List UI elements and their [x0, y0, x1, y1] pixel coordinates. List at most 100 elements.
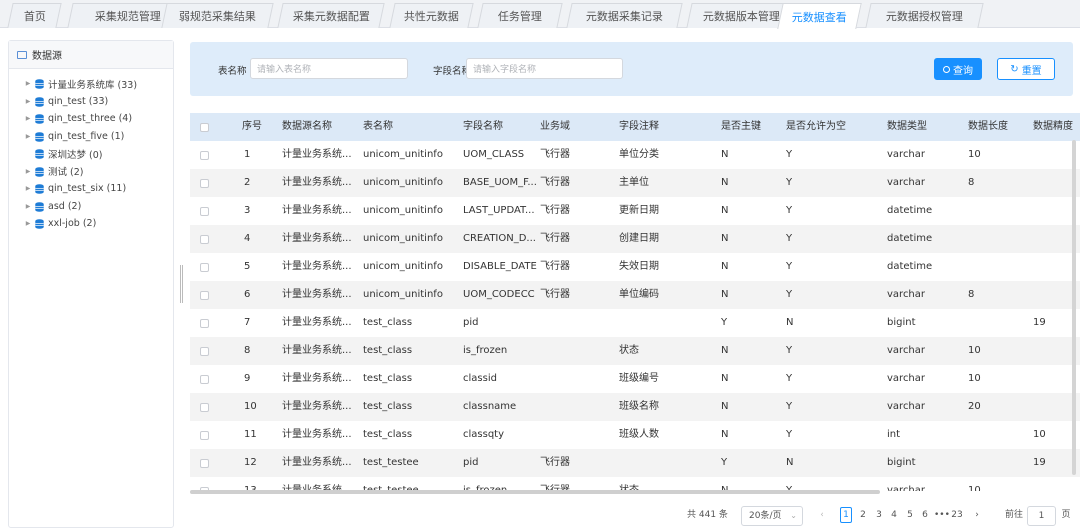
table-cell: 飞行器 [540, 289, 570, 300]
tab-6[interactable]: 元数据采集记录 [566, 3, 683, 28]
tab-label: 弱规范采集结果 [178, 10, 256, 23]
table-vertical-scrollbar[interactable] [1072, 140, 1076, 475]
page-size-select[interactable]: 20条/页 ⌄ [741, 506, 803, 526]
page-number[interactable]: 4 [888, 506, 900, 524]
tab-4[interactable]: 共性元数据 [389, 3, 474, 28]
page-number[interactable]: 5 [904, 506, 916, 524]
table-cell: 11 [244, 429, 257, 440]
row-checkbox[interactable] [200, 235, 209, 244]
page-number[interactable]: 2 [857, 506, 869, 524]
row-checkbox[interactable] [200, 291, 209, 300]
goto-page-input[interactable]: 1 [1027, 506, 1056, 526]
query-button[interactable]: 查询 [934, 58, 982, 80]
table-cell: N [721, 485, 729, 491]
table-row[interactable]: 6 计量业务系统... unicom_unitinfo UOM_CODECC 飞行器 单位… [190, 281, 1080, 309]
tab-label: 元数据版本管理 [702, 10, 780, 23]
expand-arrow-icon[interactable]: ▶ [23, 203, 33, 210]
tree-node[interactable]: ▶ qin_test (33) [9, 93, 173, 111]
page-number[interactable]: 6 [919, 506, 931, 524]
expand-arrow-icon[interactable]: ▶ [23, 133, 33, 140]
tree-node[interactable]: ▶ qin_test_three (4) [9, 110, 173, 128]
table-cell: BASE_UOM_F... [463, 177, 537, 188]
tab-9[interactable]: 元数据授权管理 [865, 3, 984, 28]
tab-5[interactable]: 任务管理 [477, 3, 563, 28]
row-checkbox[interactable] [200, 403, 209, 412]
table-row[interactable]: 7 计量业务系统... test_class pid Y Nbigint 19 [190, 309, 1080, 337]
table-cell: unicom_unitinfo [363, 177, 443, 188]
table-row[interactable]: 4 计量业务系统... unicom_unitinfo CREATION_D... 飞行… [190, 225, 1080, 253]
table-row[interactable]: 9 计量业务系统... test_class classid 班级编号 N Yvarchar… [190, 365, 1080, 393]
panel-resize-handle[interactable] [180, 265, 183, 303]
page-number[interactable]: 1 [840, 507, 852, 523]
table-row[interactable]: 3 计量业务系统... unicom_unitinfo LAST_UPDAT... 飞行… [190, 197, 1080, 225]
expand-arrow-icon[interactable]: ▶ [23, 80, 33, 87]
row-checkbox[interactable] [200, 347, 209, 356]
search-icon [943, 65, 950, 73]
tab-label: 共性元数据 [403, 10, 459, 23]
table-cell: Y [786, 289, 793, 300]
table-row[interactable]: 10 计量业务系统... test_class classname 班级名称 N Yvarc… [190, 393, 1080, 421]
database-icon [35, 131, 44, 142]
tree-node[interactable]: 深圳达梦 (0) [9, 145, 173, 163]
table-cell: classname [463, 401, 517, 412]
table-cell: 计量业务系统... [282, 149, 352, 160]
table-row[interactable]: 2 计量业务系统... unicom_unitinfo BASE_UOM_F... 飞行… [190, 169, 1080, 197]
more-pages-icon[interactable]: ••• [934, 506, 950, 524]
table-horizontal-scrollbar[interactable] [190, 490, 880, 494]
table-cell: 12 [244, 457, 257, 468]
tree-node[interactable]: ▶ xxl-job (2) [9, 215, 173, 233]
table-cell: Y [721, 317, 728, 328]
table-cell: varchar [887, 177, 926, 188]
tree-node[interactable]: ▶ qin_test_six (11) [9, 180, 173, 198]
expand-arrow-icon[interactable]: ▶ [23, 115, 33, 122]
tree-node-label: qin_test_three (4) [48, 113, 133, 125]
row-checkbox[interactable] [200, 207, 209, 216]
tree-node[interactable]: ▶ asd (2) [9, 198, 173, 216]
row-checkbox[interactable] [200, 375, 209, 384]
table-cell: 19 [1033, 317, 1046, 328]
table-row[interactable]: 12 计量业务系统... test_testee pid 飞行器 Y Nbigint 19 [190, 449, 1080, 477]
row-checkbox[interactable] [200, 459, 209, 468]
table-row[interactable]: 13 计量业务系统... test_testee is_frozen 飞行器 状态 N Yva… [190, 477, 1080, 491]
next-page-icon[interactable]: › [972, 506, 982, 524]
table-row[interactable]: 11 计量业务系统... test_class classqty 班级人数 N Yint 10 [190, 421, 1080, 449]
row-checkbox[interactable] [200, 263, 209, 272]
prev-page-icon[interactable]: ‹ [817, 506, 827, 524]
tab-3[interactable]: 采集元数据配置 [277, 3, 385, 28]
row-checkbox[interactable] [200, 319, 209, 328]
row-checkbox[interactable] [200, 179, 209, 188]
expand-arrow-icon[interactable]: ▶ [23, 220, 33, 227]
table-cell: unicom_unitinfo [363, 149, 443, 160]
page-number[interactable]: 23 [949, 506, 965, 524]
table-row[interactable]: 8 计量业务系统... test_class is_frozen 状态 N Yvarchar… [190, 337, 1080, 365]
table-row[interactable]: 1 计量业务系统... unicom_unitinfo UOM_CLASS 飞行器 单位分… [190, 141, 1080, 169]
tree-node[interactable]: ▶ qin_test_five (1) [9, 128, 173, 146]
reset-button[interactable]: ↻ 重置 [997, 58, 1055, 80]
field-name-input[interactable]: 请输入字段名称 [466, 58, 623, 79]
expand-arrow-icon[interactable]: ▶ [23, 168, 33, 175]
tab-label: 元数据授权管理 [885, 10, 963, 23]
row-checkbox[interactable] [200, 151, 209, 160]
expand-arrow-icon[interactable]: ▶ [23, 98, 33, 105]
metadata-table: 序号 数据源名称 表名称 字段名称 业务域 字段注释 是否主键 是否允许为空 数据类型 数据长度 数… [190, 113, 1080, 491]
table-cell: datetime [887, 205, 933, 216]
table-name-input[interactable]: 请输入表名称 [250, 58, 408, 79]
tab-2[interactable]: 弱规范采集结果 [161, 3, 274, 28]
tree-node-label: 测试 (2) [48, 167, 84, 179]
table-cell: N [721, 345, 729, 356]
expand-arrow-icon[interactable]: ▶ [23, 185, 33, 192]
table-cell: 飞行器 [540, 233, 570, 244]
tree-node[interactable]: ▶ 测试 (2) [9, 163, 173, 181]
select-all-checkbox[interactable] [200, 123, 209, 132]
page-number[interactable]: 3 [873, 506, 885, 524]
tree-node-label: qin_test_five (1) [48, 130, 125, 142]
column-header: 数据源名称 [282, 121, 332, 132]
datasource-tree: ▶ 计量业务系统库 (33) ▶ qin_test (33) ▶ qin_test_thr… [9, 69, 173, 233]
tab-8[interactable]: 元数据查看 [777, 3, 862, 29]
column-header: 序号 [242, 121, 262, 132]
table-row[interactable]: 5 计量业务系统... unicom_unitinfo DISABLE_DATE 飞行器… [190, 253, 1080, 281]
table-cell: unicom_unitinfo [363, 233, 443, 244]
tree-node[interactable]: ▶ 计量业务系统库 (33) [9, 75, 173, 93]
tab-0[interactable]: 首页 [7, 3, 62, 28]
row-checkbox[interactable] [200, 431, 209, 440]
